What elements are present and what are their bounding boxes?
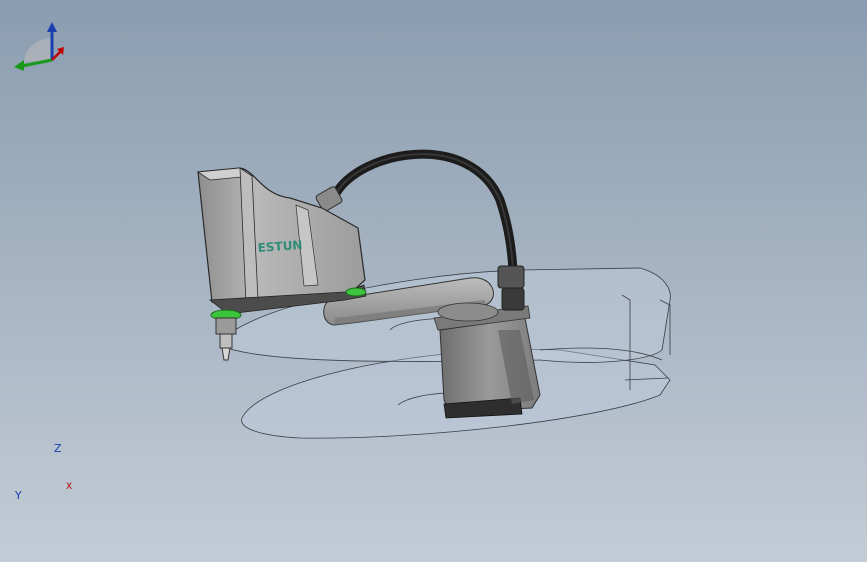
scara-robot-model[interactable]: ESTUN: [0, 0, 867, 562]
triad-x-label: X: [66, 482, 73, 492]
cad-viewport[interactable]: ESTUN Z Y X: [0, 0, 867, 562]
robot-base[interactable]: [433, 305, 541, 419]
triad-y-label: Y: [15, 489, 22, 502]
orientation-triad[interactable]: [0, 0, 80, 80]
triad-z-label: Z: [54, 442, 62, 455]
